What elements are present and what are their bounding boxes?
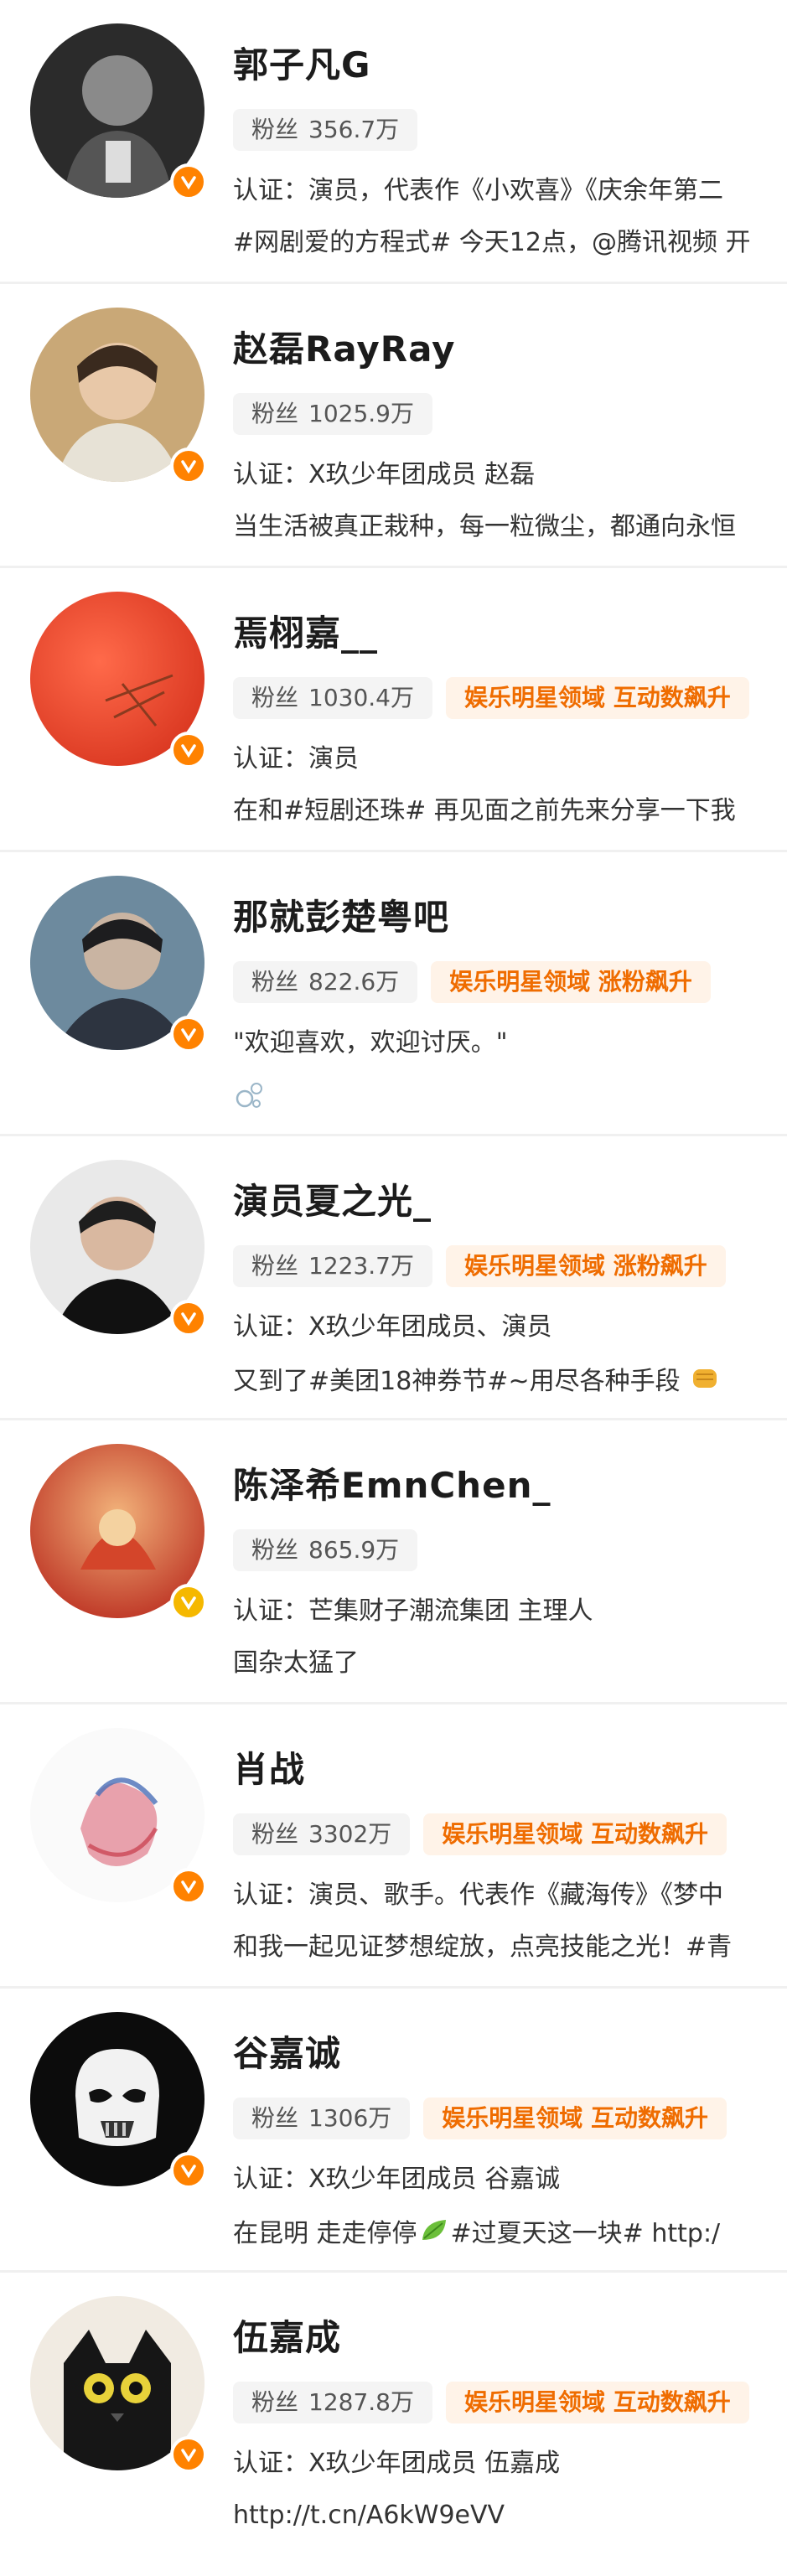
latest-post-text[interactable]: 和我一起见证梦想绽放，点亮技能之光！#青 xyxy=(233,1931,732,1964)
fans-count: 粉丝 1287.8万 xyxy=(233,2382,432,2423)
list-item[interactable]: 焉栩嘉__ 粉丝 1030.4万 娱乐明星领域 互动数飙升 认证：演员 在和#短剧… xyxy=(0,568,787,852)
bio-text: "欢迎喜欢，欢迎讨厌。" xyxy=(233,1028,508,1058)
latest-post-link[interactable]: http://t.cn/A6kW9eVV xyxy=(233,2499,505,2532)
user-name[interactable]: 焉栩嘉__ xyxy=(233,612,378,655)
verified-badge-icon xyxy=(170,1300,207,1337)
fans-count: 粉丝 356.7万 xyxy=(233,109,418,151)
latest-post-text[interactable]: 在和#短剧还珠# 再见面之前先来分享一下我 xyxy=(233,794,736,828)
verification-text: 认证：X玖少年团成员 谷嘉诚 xyxy=(233,2165,561,2194)
latest-post-text[interactable]: 又到了#美团18神券节#~用尽各种手段 xyxy=(233,1363,722,1402)
verified-badge-icon xyxy=(170,1584,207,1621)
user-name[interactable]: 肖战 xyxy=(233,1748,305,1792)
list-item[interactable]: 那就彭楚粤吧 粉丝 822.6万 娱乐明星领域 涨粉飙升 "欢迎喜欢，欢迎讨厌。" xyxy=(0,852,787,1136)
verification-text: 认证：X玖少年团成员 赵磊 xyxy=(233,460,536,489)
user-name[interactable]: 演员夏之光_ xyxy=(233,1180,432,1223)
verification-text: 认证：X玖少年团成员、演员 xyxy=(233,1312,552,1342)
latest-post-text[interactable]: #网剧爱的方程式# 今天12点，@腾讯视频 开 xyxy=(233,226,751,260)
fans-count: 粉丝 1306万 xyxy=(233,2098,411,2139)
verified-badge-icon xyxy=(170,1868,207,1905)
list-item[interactable]: 伍嘉成 粉丝 1287.8万 娱乐明星领域 互动数飙升 认证：X玖少年团成员 伍嘉… xyxy=(0,2273,787,2576)
fans-count: 粉丝 1223.7万 xyxy=(233,1245,432,1287)
verified-badge-icon xyxy=(170,1016,207,1053)
trend-tag[interactable]: 娱乐明星领域 互动数飙升 xyxy=(446,2382,749,2423)
verification-text: 认证：X玖少年团成员 伍嘉成 xyxy=(233,2449,561,2478)
list-item[interactable]: 赵磊RayRay 粉丝 1025.9万 认证：X玖少年团成员 赵磊 当生活被真正栽… xyxy=(0,284,787,568)
latest-post-text[interactable]: 当生活被真正栽种，每一粒微尘，都通向永恒 xyxy=(233,510,736,544)
list-item[interactable]: 肖战 粉丝 3302万 娱乐明星领域 互动数飙升 认证：演员、歌手。代表作《藏海传… xyxy=(0,1704,787,1989)
fans-count: 粉丝 3302万 xyxy=(233,1813,411,1855)
leaf-emoji-icon xyxy=(417,2215,451,2254)
verification-text: 认证：演员，代表作《小欢喜》《庆余年第二 xyxy=(233,176,723,205)
user-name[interactable]: 赵磊RayRay xyxy=(233,328,456,371)
latest-post-text[interactable]: 国杂太猛了 xyxy=(233,1647,359,1680)
user-name[interactable]: 谷嘉诚 xyxy=(233,2032,341,2076)
trend-tag[interactable]: 娱乐明星领域 涨粉飙升 xyxy=(431,961,711,1003)
user-name[interactable]: 陈泽希EmnChen_ xyxy=(233,1464,551,1508)
bubbles-icon xyxy=(233,1079,267,1121)
verification-text: 认证：芒集财子潮流集团 主理人 xyxy=(233,1596,593,1626)
trend-tag[interactable]: 娱乐明星领域 互动数飙升 xyxy=(446,677,749,719)
verified-badge-icon xyxy=(170,2436,207,2473)
user-list: 郭子凡G 粉丝 356.7万 认证：演员，代表作《小欢喜》《庆余年第二 #网剧爱的… xyxy=(0,0,787,2576)
fans-count: 粉丝 865.9万 xyxy=(233,1529,418,1571)
trend-tag[interactable]: 娱乐明星领域 互动数飙升 xyxy=(423,1813,727,1855)
verified-badge-icon xyxy=(170,447,207,484)
list-item[interactable]: 陈泽希EmnChen_ 粉丝 865.9万 认证：芒集财子潮流集团 主理人 国杂太… xyxy=(0,1420,787,1704)
trend-tag[interactable]: 娱乐明星领域 涨粉飙升 xyxy=(446,1245,726,1287)
verified-badge-icon xyxy=(170,2152,207,2189)
fans-count: 粉丝 1030.4万 xyxy=(233,677,432,719)
user-name[interactable]: 郭子凡G xyxy=(233,44,370,87)
verification-text: 认证：演员、歌手。代表作《藏海传》《梦中 xyxy=(233,1880,723,1910)
user-name[interactable]: 那就彭楚粤吧 xyxy=(233,896,449,939)
fans-count: 粉丝 822.6万 xyxy=(233,961,418,1003)
list-item[interactable]: 演员夏之光_ 粉丝 1223.7万 娱乐明星领域 涨粉飙升 认证：X玖少年团成员、… xyxy=(0,1136,787,1420)
fist-emoji-icon xyxy=(688,1363,722,1402)
verification-text: 认证：演员 xyxy=(233,744,359,773)
verified-badge-icon xyxy=(170,163,207,200)
list-item[interactable]: 郭子凡G 粉丝 356.7万 认证：演员，代表作《小欢喜》《庆余年第二 #网剧爱的… xyxy=(0,0,787,284)
list-item[interactable]: 谷嘉诚 粉丝 1306万 娱乐明星领域 互动数飙升 认证：X玖少年团成员 谷嘉诚 … xyxy=(0,1989,787,2273)
fans-count: 粉丝 1025.9万 xyxy=(233,393,432,435)
user-name[interactable]: 伍嘉成 xyxy=(233,2316,341,2360)
trend-tag[interactable]: 娱乐明星领域 互动数飙升 xyxy=(423,2098,727,2139)
latest-post-text[interactable]: 在昆明 走走停停 #过夏天这一块# http:/ xyxy=(233,2215,720,2254)
verified-badge-icon xyxy=(170,732,207,768)
